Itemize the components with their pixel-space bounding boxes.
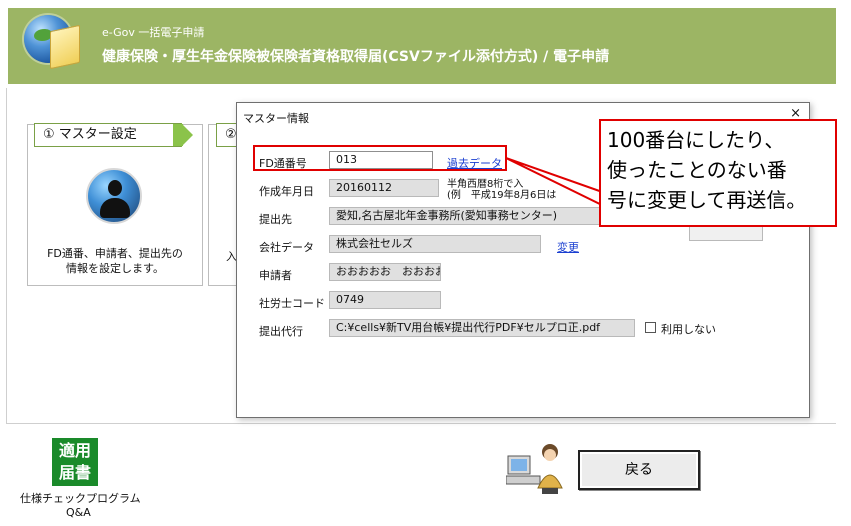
folder-icon bbox=[50, 24, 80, 70]
not-use-checkbox[interactable] bbox=[645, 322, 656, 333]
callout-pointer bbox=[505, 157, 609, 210]
created-date-label: 作成年月日 bbox=[259, 185, 314, 198]
callout-line: 使ったことのない番 bbox=[607, 158, 787, 182]
person-body-shape bbox=[100, 198, 130, 218]
person-head-shape bbox=[108, 180, 122, 196]
proxy-file-field[interactable]: C:¥cells¥新TV用台帳¥提出代行PDF¥セルプロ正.pdf bbox=[329, 319, 635, 337]
step-arrow-bar bbox=[173, 124, 183, 146]
not-use-label: 利用しない bbox=[661, 323, 716, 336]
callout-line: 100番台にしたり、 bbox=[607, 128, 785, 152]
sharoushi-code-label: 社労士コード bbox=[259, 297, 325, 310]
person-icon[interactable] bbox=[86, 168, 142, 224]
step-description-line: 情報を設定します。 bbox=[66, 262, 164, 275]
dialog-title: マスター情報 bbox=[243, 112, 309, 125]
submit-to-label: 提出先 bbox=[259, 213, 292, 226]
applicant-field[interactable]: おおおおお おおおお bbox=[329, 263, 441, 281]
app-icon-text: 適用 bbox=[58, 441, 91, 460]
highlight-box bbox=[253, 145, 507, 171]
proxy-label: 提出代行 bbox=[259, 325, 303, 338]
created-date-field[interactable]: 20160112 bbox=[329, 179, 439, 197]
step-label: ① マスター設定 bbox=[43, 127, 137, 142]
sharoushi-code-field[interactable]: 0749 bbox=[329, 291, 441, 309]
computer-user-icon bbox=[506, 444, 563, 494]
step-description-line: FD通番、申請者、提出先の bbox=[47, 247, 183, 260]
app-header: e-Gov 一括電子申請 健康保険・厚生年金保険被保険者資格取得届(CSVファイ… bbox=[8, 8, 836, 84]
change-company-link[interactable]: 変更 bbox=[557, 239, 579, 255]
application-form-icon[interactable]: 適用 届書 bbox=[52, 438, 98, 486]
form-title: 健康保険・厚生年金保険被保険者資格取得届(CSVファイル添付方式) / 電子申請 bbox=[102, 49, 610, 65]
qa-link[interactable]: Q&A bbox=[66, 506, 91, 519]
company-data-label: 会社データ bbox=[259, 241, 314, 254]
app-icon-text: 届書 bbox=[58, 463, 91, 482]
check-program-link[interactable]: 仕様チェックプログラム bbox=[20, 490, 141, 506]
step-tab-master[interactable]: ① マスター設定 bbox=[34, 123, 193, 147]
company-field[interactable]: 株式会社セルズ bbox=[329, 235, 541, 253]
step-description: FD通番、申請者、提出先の 情報を設定します。 bbox=[30, 246, 200, 276]
callout-line: 号に変更して再送信。 bbox=[607, 188, 807, 212]
annotation-callout: 100番台にしたり、 使ったことのない番 号に変更して再送信。 bbox=[599, 119, 837, 227]
applicant-label: 申請者 bbox=[259, 269, 292, 282]
app-title: e-Gov 一括電子申請 bbox=[102, 26, 205, 39]
back-button[interactable]: 戻る bbox=[578, 450, 700, 490]
